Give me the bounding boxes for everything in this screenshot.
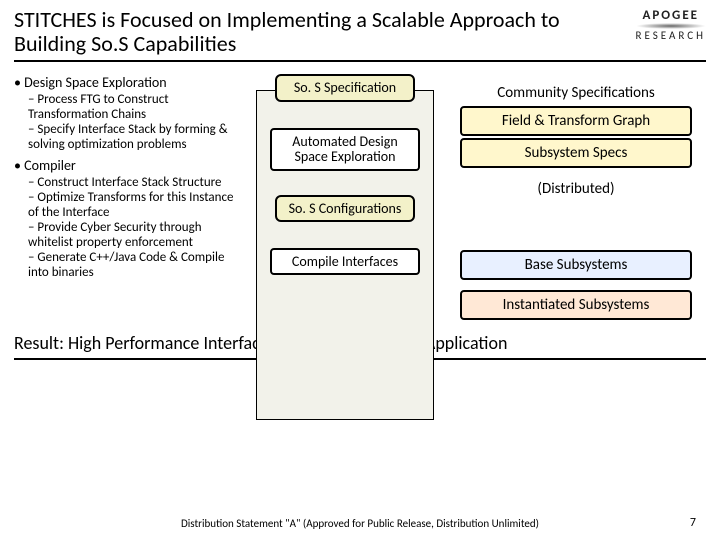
right-column: Community Specifications Field & Transfo… bbox=[446, 70, 706, 322]
logo-top: APOGEE bbox=[642, 8, 699, 23]
logo-bottom: RESEARCH bbox=[635, 29, 706, 42]
label-community-specs: Community Specifications bbox=[446, 84, 706, 102]
box-ftg: Field & Transform Graph bbox=[460, 106, 692, 136]
bullet-dse: Design Space Exploration bbox=[14, 74, 244, 91]
sub-ftg: Process FTG to Construct Transformation … bbox=[28, 93, 244, 123]
logo-swoosh-icon bbox=[636, 23, 706, 29]
box-subsystem-specs: Subsystem Specs bbox=[460, 138, 692, 168]
logo: APOGEE RESEARCH bbox=[635, 8, 706, 42]
sub-cyber: Provide Cyber Security through whitelist… bbox=[28, 221, 244, 251]
node-compile: Compile Interfaces bbox=[270, 248, 420, 275]
page-number: 7 bbox=[690, 516, 696, 530]
label-distributed: (Distributed) bbox=[446, 180, 706, 198]
sub-construct: Construct Interface Stack Structure bbox=[28, 176, 244, 191]
slide-title: STITCHES is Focused on Implementing a Sc… bbox=[14, 8, 627, 56]
sub-interface-stack: Specify Interface Stack by forming & sol… bbox=[28, 123, 244, 153]
sub-generate: Generate C++/Java Code & Compile into bi… bbox=[28, 251, 244, 281]
node-sos-spec: So. S Specification bbox=[275, 74, 415, 101]
sub-optimize: Optimize Transforms for this Instance of… bbox=[28, 191, 244, 221]
box-instantiated-subsystems: Instantiated Subsystems bbox=[460, 290, 692, 320]
node-adse: Automated Design Space Exploration bbox=[270, 128, 420, 171]
node-sos-config: So. S Configurations bbox=[275, 195, 415, 222]
bullet-compiler: Compiler bbox=[14, 157, 244, 174]
distribution-statement: Distribution Statement "A" (Approved for… bbox=[0, 517, 720, 530]
left-column: Design Space Exploration Process FTG to … bbox=[14, 70, 244, 322]
box-base-subsystems: Base Subsystems bbox=[460, 250, 692, 280]
center-column: So. S Specification Automated Design Spa… bbox=[250, 70, 440, 322]
